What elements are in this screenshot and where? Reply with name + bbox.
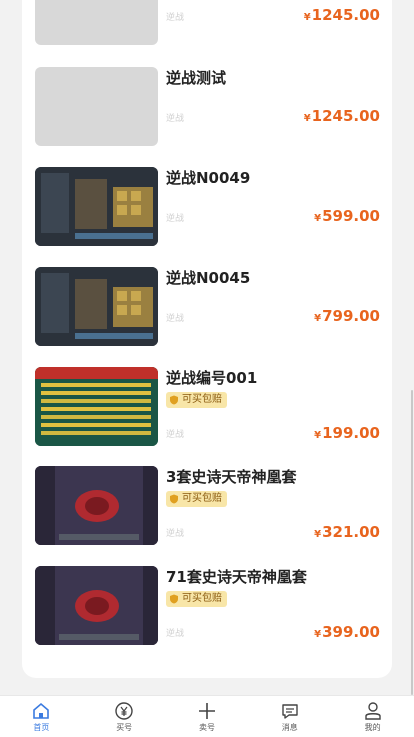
listing-thumbnail bbox=[35, 0, 158, 45]
list-item[interactable]: 逆战N0045 逆战 ¥799.00 bbox=[35, 267, 380, 347]
tab-label: 买号 bbox=[116, 723, 133, 732]
scrollbar[interactable] bbox=[411, 390, 413, 695]
listing-title: 逆战测试 bbox=[166, 69, 227, 87]
listing-game: 逆战 bbox=[166, 13, 185, 23]
list-item[interactable]: 逆战N0049 逆战 ¥599.00 bbox=[35, 167, 380, 247]
tab-label: 卖号 bbox=[198, 723, 215, 732]
listing-game: 逆战 bbox=[166, 430, 185, 440]
guarantee-badge: 可买包赔 bbox=[166, 591, 227, 607]
home-icon bbox=[33, 702, 50, 719]
listing-price: ¥1245.00 bbox=[303, 6, 380, 24]
listing-game: 逆战 bbox=[166, 314, 185, 324]
listing-price: ¥321.00 bbox=[314, 523, 380, 541]
tab-mine[interactable]: 我的 bbox=[343, 696, 403, 737]
shield-icon bbox=[170, 494, 178, 504]
listing-game: 逆战 bbox=[166, 214, 185, 224]
listing-game: 逆战 bbox=[166, 529, 185, 539]
list-item[interactable]: 71套史诗天帝神凰套 可买包赔 逆战 ¥399.00 bbox=[35, 566, 380, 646]
listing-title: 3套史诗天帝神凰套 bbox=[166, 468, 297, 486]
listing-title: 逆战编号001 bbox=[166, 369, 258, 387]
listing-thumbnail bbox=[35, 267, 158, 346]
listing-price: ¥1245.00 bbox=[303, 107, 380, 125]
tab-buy[interactable]: 买号 bbox=[94, 696, 154, 737]
list-item[interactable]: 逆战编号001 可买包赔 逆战 ¥199.00 bbox=[35, 367, 380, 447]
listing-thumbnail bbox=[35, 566, 158, 645]
shield-icon bbox=[170, 395, 178, 405]
listing-title: 逆战N0045 bbox=[166, 269, 251, 287]
list-item[interactable]: 逆战测试 逆战 ¥1245.00 bbox=[35, 67, 380, 147]
bottom-tab-bar: 首页 买号 卖号 消息 我的 bbox=[0, 695, 414, 737]
tab-messages[interactable]: 消息 bbox=[260, 696, 320, 737]
tab-label: 首页 bbox=[33, 723, 50, 732]
listing-thumbnail bbox=[35, 367, 158, 446]
listing-title: 71套史诗天帝神凰套 bbox=[166, 568, 307, 586]
tab-label: 消息 bbox=[281, 723, 298, 732]
list-item[interactable]: 3套史诗天帝神凰套 可买包赔 逆战 ¥321.00 bbox=[35, 466, 380, 546]
yen-coin-icon bbox=[115, 702, 133, 720]
listing-price: ¥599.00 bbox=[314, 207, 380, 225]
listing-price: ¥799.00 bbox=[314, 307, 380, 325]
listing-thumbnail bbox=[35, 466, 158, 545]
listing-title: 逆战N0049 bbox=[166, 169, 251, 187]
plus-icon bbox=[198, 703, 215, 719]
guarantee-badge: 可买包赔 bbox=[166, 392, 227, 408]
listing-game: 逆战 bbox=[166, 629, 185, 639]
guarantee-badge: 可买包赔 bbox=[166, 491, 227, 507]
tab-home[interactable]: 首页 bbox=[11, 696, 71, 737]
listing-thumbnail bbox=[35, 167, 158, 246]
tab-sell[interactable]: 卖号 bbox=[177, 696, 237, 737]
listing-thumbnail bbox=[35, 67, 158, 146]
user-icon bbox=[364, 702, 381, 720]
listing-price: ¥199.00 bbox=[314, 424, 380, 442]
shield-icon bbox=[170, 594, 178, 604]
chat-icon bbox=[282, 704, 298, 719]
listing-game: 逆战 bbox=[166, 114, 185, 124]
tab-label: 我的 bbox=[364, 723, 381, 732]
listing-price: ¥399.00 bbox=[314, 623, 380, 641]
list-item[interactable]: 逆战 ¥1245.00 bbox=[35, 0, 380, 46]
